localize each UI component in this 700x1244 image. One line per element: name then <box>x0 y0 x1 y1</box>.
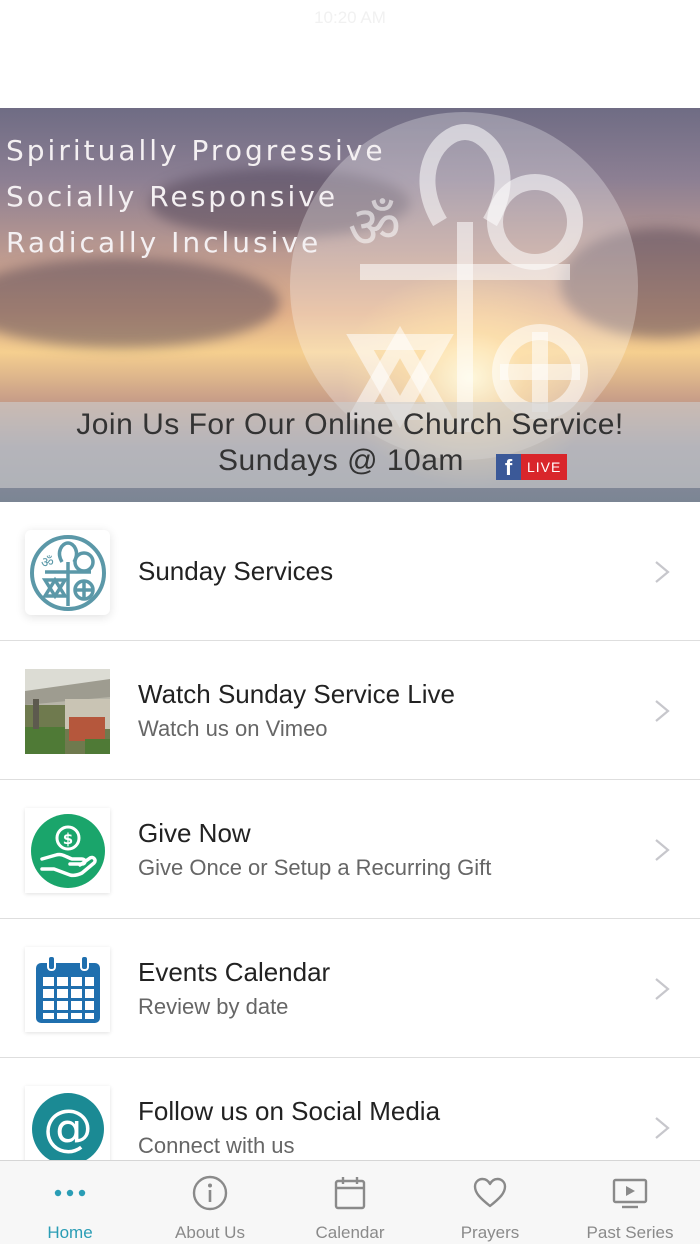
menu-item-sunday-services[interactable]: ॐ Sunday Services <box>0 502 700 641</box>
chevron-right-icon <box>655 839 670 861</box>
status-bar: 10:20 AM <box>0 0 700 108</box>
menu-item-title: Watch Sunday Service Live <box>138 679 455 709</box>
facebook-live-badge: f LIVE <box>496 454 568 480</box>
menu-item-title: Follow us on Social Media <box>138 1096 441 1126</box>
menu-item-subtitle: Connect with us <box>138 1133 295 1158</box>
live-label: LIVE <box>521 454 568 480</box>
tagline-1: Spiritually Progressive <box>6 134 386 167</box>
svg-text:$: $ <box>62 830 72 848</box>
menu-item-text: Watch Sunday Service Live Watch us on Vi… <box>138 641 455 780</box>
tab-past-series[interactable]: Past Series <box>560 1161 700 1244</box>
menu-item-text: Give Now Give Once or Setup a Recurring … <box>138 780 491 919</box>
menu-item-title: Events Calendar <box>138 957 331 987</box>
hero-banner-image[interactable]: ॐ Spiritually Progressive Socially Respo… <box>0 108 700 502</box>
menu-item-give-now[interactable]: $ Give Now Give Once or Setup a Recurrin… <box>0 780 700 919</box>
calendar-icon <box>334 1177 366 1210</box>
heart-icon <box>473 1177 507 1208</box>
play-screen-icon <box>612 1178 648 1209</box>
calendar-icon <box>25 947 110 1032</box>
svg-text:ॐ: ॐ <box>348 193 401 261</box>
menu-item-watch-live[interactable]: Watch Sunday Service Live Watch us on Vi… <box>0 641 700 780</box>
tab-prayers[interactable]: Prayers <box>420 1161 560 1244</box>
service-banner-title: Join Us For Our Online Church Service! <box>76 408 624 441</box>
facebook-icon: f <box>496 454 521 480</box>
tab-label: Calendar <box>315 1223 385 1242</box>
tab-label: About Us <box>175 1223 245 1242</box>
tab-label: Home <box>47 1223 93 1242</box>
church-photo-thumbnail <box>25 669 110 754</box>
menu-item-subtitle: Watch us on Vimeo <box>138 716 328 741</box>
chevron-right-icon <box>655 978 670 1000</box>
chevron-right-icon <box>655 561 670 583</box>
more-dots-icon <box>54 1189 86 1197</box>
menu-item-events-calendar[interactable]: Events Calendar Review by date <box>0 919 700 1058</box>
info-icon <box>192 1175 228 1211</box>
tagline-3: Radically Inclusive <box>6 226 322 259</box>
menu-item-subtitle: Review by date <box>138 994 289 1019</box>
svg-text:ॐ: ॐ <box>41 555 54 571</box>
tab-label: Prayers <box>460 1223 520 1242</box>
at-sign-icon: @ <box>25 1086 110 1171</box>
service-banner: Join Us For Our Online Church Service! S… <box>0 402 700 488</box>
menu-item-title: Give Now <box>138 818 251 848</box>
bottom-tab-bar: Home About Us Calendar Prayers Past Seri… <box>0 1160 700 1244</box>
hand-coin-icon: $ <box>25 808 110 893</box>
interfaith-symbols-icon: ॐ <box>25 530 110 615</box>
tab-home[interactable]: Home <box>0 1161 140 1244</box>
svg-text:@: @ <box>43 1099 93 1157</box>
chevron-right-icon <box>655 700 670 722</box>
menu-item-subtitle: Give Once or Setup a Recurring Gift <box>138 855 492 880</box>
tab-calendar[interactable]: Calendar <box>280 1161 420 1244</box>
home-menu-list: ॐ Sunday Services Watch Sunday Service L… <box>0 502 700 1197</box>
menu-item-text: Sunday Services <box>138 502 333 641</box>
hero-cloud <box>0 258 280 348</box>
chevron-right-icon <box>655 1117 670 1139</box>
menu-item-text: Events Calendar Review by date <box>138 919 330 1058</box>
tagline-2: Socially Responsive <box>6 180 339 213</box>
menu-item-title: Sunday Services <box>138 556 334 586</box>
tab-label: Past Series <box>586 1223 674 1242</box>
status-time: 10:20 AM <box>314 8 386 27</box>
tab-about-us[interactable]: About Us <box>140 1161 280 1244</box>
service-banner-time: Sundays @ 10am <box>218 444 464 477</box>
